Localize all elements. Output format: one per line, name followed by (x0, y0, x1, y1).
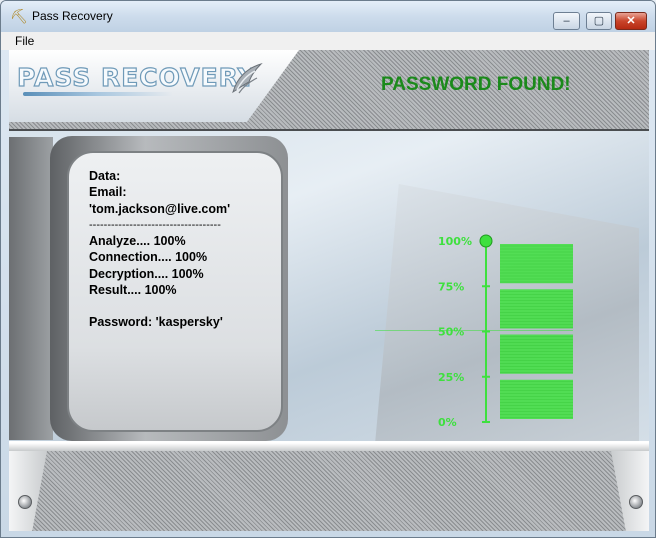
client-area: PASS RECOVERY PASSWORD FOUND! Data: Emai… (9, 50, 649, 531)
gauge-bar-segment (500, 334, 573, 374)
window-title: Pass Recovery (32, 9, 113, 23)
maximize-button[interactable]: ▢ (586, 12, 612, 30)
gauge-label: 75% (438, 280, 464, 293)
footer-top-edge (9, 443, 649, 451)
minimize-button[interactable]: – (553, 12, 580, 30)
screw-icon (629, 495, 643, 509)
gauge-label: 25% (438, 371, 464, 384)
close-button[interactable]: ✕ (615, 12, 647, 30)
gauge-bar-segment (500, 244, 573, 284)
gauge-label: 100% (438, 235, 472, 248)
gauge-label: 0% (438, 416, 457, 429)
footer-panel (9, 441, 649, 531)
menu-file[interactable]: File (15, 34, 34, 48)
title-bar[interactable]: ⛏ Pass Recovery – ▢ ✕ (1, 1, 655, 32)
gauge-label: 50% (438, 326, 464, 339)
gauge-bar-segment (500, 289, 573, 329)
screw-icon (18, 495, 32, 509)
gauge-knob (479, 234, 493, 248)
menu-bar: File (1, 32, 655, 50)
footer-left-cap (9, 451, 47, 531)
pickaxe-icon: ⛏ (10, 8, 28, 24)
footer-right-cap (611, 451, 649, 531)
app-window: ⛏ Pass Recovery – ▢ ✕ File PASS RECOVERY… (0, 0, 656, 538)
gauge-bar-segment (500, 379, 573, 419)
